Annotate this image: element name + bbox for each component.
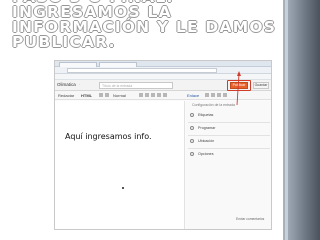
slide-title: Paso 3 o final: Ingresamos la informació… [12,0,277,51]
blogger-screenshot: Olimatica · Título de la entrada Publica… [54,60,272,230]
decorative-side-stripe [285,0,288,240]
pointer-arrow [236,71,241,106]
decorative-side-band [283,0,320,240]
